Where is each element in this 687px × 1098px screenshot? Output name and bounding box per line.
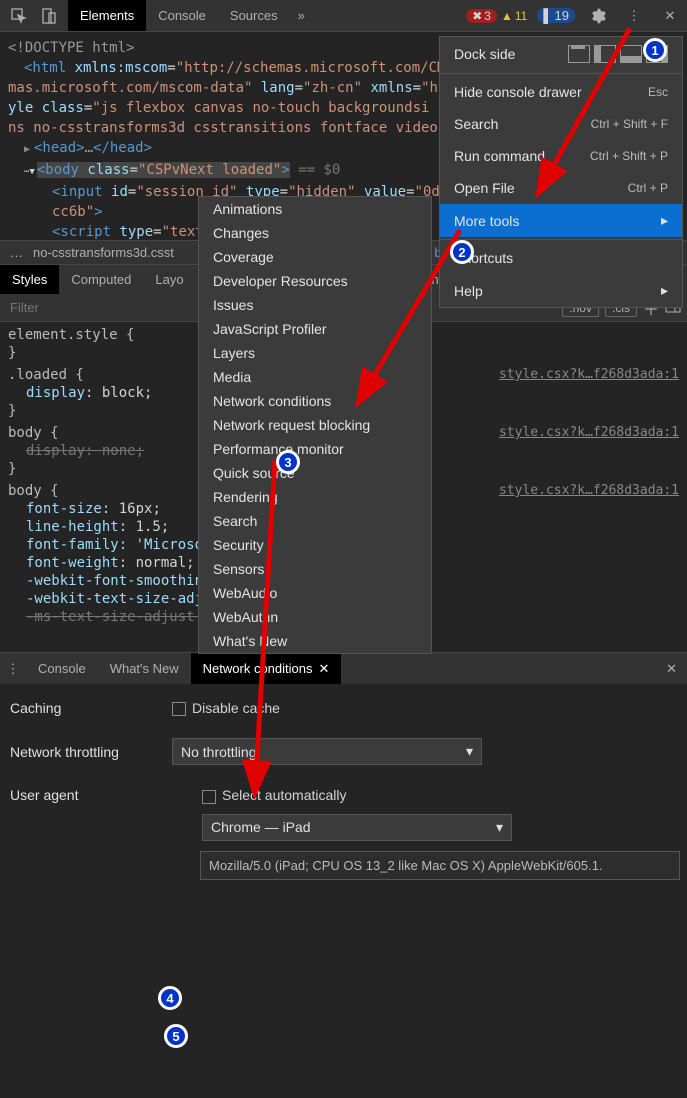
submenu-animations[interactable]: Animations	[199, 197, 431, 221]
more-tools-submenu: Animations Changes Coverage Developer Re…	[198, 196, 432, 654]
dock-left-icon[interactable]	[594, 45, 616, 63]
submenu-changes[interactable]: Changes	[199, 221, 431, 245]
tab-console[interactable]: Console	[146, 0, 218, 31]
breadcrumb-ellipsis[interactable]: …	[10, 245, 23, 260]
user-agent-string[interactable]: Mozilla/5.0 (iPad; CPU OS 13_2 like Mac …	[200, 851, 680, 880]
chevron-down-icon: ▾	[466, 743, 473, 760]
annotation-4: 4	[158, 986, 182, 1010]
submenu-network-request-blocking[interactable]: Network request blocking	[199, 413, 431, 437]
source-link[interactable]: style.csx?k…f268d3ada:1	[499, 366, 679, 384]
menu-icon[interactable]: ⋮	[621, 3, 647, 29]
source-link[interactable]: style.csx?k…f268d3ada:1	[499, 482, 679, 500]
rule-selector: body {	[8, 482, 59, 500]
devtools-toolbar: Elements Console Sources » ✖ 3▲ 11 ▌19 ⋮…	[0, 0, 687, 32]
menu-more-tools[interactable]: More tools▸	[440, 204, 682, 237]
menu-search[interactable]: SearchCtrl + Shift + F	[440, 108, 682, 140]
tab-network-conditions[interactable]: Network conditions ✕	[191, 653, 342, 684]
submenu-rendering[interactable]: Rendering	[199, 485, 431, 509]
tab-elements[interactable]: Elements	[68, 0, 146, 31]
chevron-right-icon: ▸	[661, 212, 668, 229]
menu-open-file[interactable]: Open FileCtrl + P	[440, 172, 682, 204]
drawer-tabs: ⋮ Console What's New Network conditions ✕…	[0, 652, 687, 684]
drawer-menu-icon[interactable]: ⋮	[0, 656, 26, 682]
device-icon[interactable]	[36, 3, 62, 29]
tab-drawer-console[interactable]: Console	[26, 653, 98, 684]
disable-cache-label: Disable cache	[192, 700, 280, 716]
tab-sources[interactable]: Sources	[218, 0, 290, 31]
tab-label: Network conditions	[203, 661, 313, 676]
breadcrumb-item[interactable]: no-csstransforms3d.csst	[33, 245, 174, 260]
submenu-coverage[interactable]: Coverage	[199, 245, 431, 269]
submenu-webauthn[interactable]: WebAuthn	[199, 605, 431, 629]
dock-side-label: Dock side	[454, 46, 515, 62]
settings-menu: Dock side Hide console drawerEsc SearchC…	[439, 36, 683, 308]
submenu-issues[interactable]: Issues	[199, 293, 431, 317]
tab-styles[interactable]: Styles	[0, 265, 59, 294]
annotation-1: 1	[643, 38, 667, 62]
menu-run-command[interactable]: Run commandCtrl + Shift + P	[440, 140, 682, 172]
source-link[interactable]: style.csx?k…f268d3ada:1	[499, 424, 679, 442]
submenu-whats-new[interactable]: What's New	[199, 629, 431, 653]
submenu-network-conditions[interactable]: Network conditions	[199, 389, 431, 413]
rule-selector: body {	[8, 424, 59, 442]
select-auto-label: Select automatically	[222, 787, 347, 803]
message-count[interactable]: ▌19	[537, 8, 575, 23]
disable-cache-checkbox[interactable]	[172, 702, 186, 716]
throttling-select[interactable]: No throttling ▾	[172, 738, 482, 765]
tab-computed[interactable]: Computed	[59, 265, 143, 294]
menu-hide-drawer[interactable]: Hide console drawerEsc	[440, 76, 682, 108]
menu-help[interactable]: Help▸	[440, 274, 682, 307]
msg-num: 19	[555, 8, 569, 23]
submenu-media[interactable]: Media	[199, 365, 431, 389]
dock-bottom-icon[interactable]	[620, 45, 642, 63]
more-tabs-icon[interactable]: »	[290, 0, 313, 31]
tab-layout[interactable]: Layo	[143, 265, 195, 294]
annotation-5: 5	[164, 1024, 188, 1048]
dock-undock-icon[interactable]	[568, 45, 590, 63]
submenu-layers[interactable]: Layers	[199, 341, 431, 365]
chevron-down-icon: ▾	[496, 819, 503, 836]
close-icon[interactable]: ✕	[657, 3, 683, 29]
submenu-webaudio[interactable]: WebAudio	[199, 581, 431, 605]
warn-num: 11	[515, 9, 527, 23]
ua-value: Chrome — iPad	[211, 819, 311, 835]
throttling-value: No throttling	[181, 744, 256, 760]
rule-selector: .loaded {	[8, 366, 84, 384]
annotation-2: 2	[450, 240, 474, 264]
network-conditions-panel: Caching Disable cache Network throttling…	[0, 684, 687, 896]
throttling-label: Network throttling	[10, 744, 160, 760]
submenu-javascript-profiler[interactable]: JavaScript Profiler	[199, 317, 431, 341]
submenu-performance-monitor[interactable]: Performance monitor	[199, 437, 431, 461]
tab-whats-new[interactable]: What's New	[98, 653, 191, 684]
caching-label: Caching	[10, 700, 160, 716]
inspect-icon[interactable]	[6, 3, 32, 29]
gear-icon[interactable]	[585, 3, 611, 29]
select-auto-checkbox[interactable]	[202, 790, 216, 804]
menu-shortcuts[interactable]: Shortcuts	[440, 242, 682, 274]
submenu-developer-resources[interactable]: Developer Resources	[199, 269, 431, 293]
tab-close-icon[interactable]: ✕	[318, 661, 329, 677]
user-agent-label: User agent	[10, 787, 160, 803]
error-num: 3	[484, 9, 491, 23]
submenu-sensors[interactable]: Sensors	[199, 557, 431, 581]
submenu-search[interactable]: Search	[199, 509, 431, 533]
submenu-quick-source[interactable]: Quick source	[199, 461, 431, 485]
chevron-right-icon: ▸	[661, 282, 668, 299]
submenu-security[interactable]: Security	[199, 533, 431, 557]
error-count[interactable]: ✖ 3▲ 11	[466, 9, 527, 23]
drawer-close-icon[interactable]: ✕	[656, 661, 687, 677]
user-agent-select[interactable]: Chrome — iPad ▾	[202, 814, 512, 841]
annotation-3: 3	[276, 450, 300, 474]
